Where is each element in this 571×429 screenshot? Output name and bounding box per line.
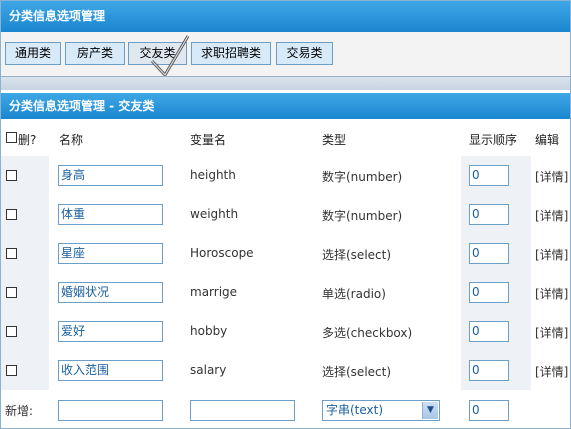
row-delete-checkbox[interactable] xyxy=(6,365,17,376)
detail-link[interactable]: [详情] xyxy=(535,324,568,341)
detail-link[interactable]: [详情] xyxy=(535,363,568,380)
order-input[interactable]: 0 xyxy=(469,204,509,225)
tab-trading[interactable]: 交易类 xyxy=(276,42,333,65)
detail-link[interactable]: [详情] xyxy=(535,168,568,185)
section-title: 分类信息选项管理 - 交友类 xyxy=(1,93,570,119)
field-type: 选择(select) xyxy=(322,365,392,379)
variable-name: hobby xyxy=(190,324,228,338)
row-delete-checkbox[interactable] xyxy=(6,248,17,259)
tab-jobs[interactable]: 求职招聘类 xyxy=(191,42,271,65)
separator-band xyxy=(1,76,570,90)
name-input[interactable]: 婚姻状况 xyxy=(58,282,163,303)
col-name: 名称 xyxy=(59,133,84,147)
name-input[interactable]: 星座 xyxy=(58,243,163,264)
field-type: 数字(number) xyxy=(322,209,403,223)
order-input[interactable]: 0 xyxy=(469,243,509,264)
new-type-selected: 字串(text) xyxy=(326,403,384,417)
row-delete-checkbox[interactable] xyxy=(6,287,17,298)
name-input[interactable]: 爱好 xyxy=(58,321,163,342)
new-variable-input[interactable] xyxy=(190,400,295,421)
variable-name: salary xyxy=(190,363,227,377)
col-order: 显示顺序 xyxy=(469,133,518,147)
order-input[interactable]: 0 xyxy=(469,360,509,381)
new-entry-row: 新增: 字串(text) ▼ 0 xyxy=(1,390,570,427)
col-delete: 删? xyxy=(18,133,37,147)
table-row: 婚姻状况 marrige 单选(radio) 0 [详情] xyxy=(1,273,570,313)
variable-name: marrige xyxy=(190,285,238,299)
check-mark-icon xyxy=(150,35,190,78)
table-header: 删? 名称 变量名 类型 显示顺序 编辑 xyxy=(1,119,570,157)
field-type: 选择(select) xyxy=(322,248,392,262)
table-row: 收入范围 salary 选择(select) 0 [详情] xyxy=(1,351,570,391)
table-row: 爱好 hobby 多选(checkbox) 0 [详情] xyxy=(1,312,570,352)
order-input[interactable]: 0 xyxy=(469,165,509,186)
new-type-select[interactable]: 字串(text) ▼ xyxy=(322,400,440,421)
table-row: 身高 heighth 数字(number) 0 [详情] xyxy=(1,156,570,196)
row-delete-checkbox[interactable] xyxy=(6,326,17,337)
variable-name: weighth xyxy=(190,207,239,221)
new-order-input[interactable]: 0 xyxy=(469,400,509,421)
chevron-down-icon[interactable]: ▼ xyxy=(422,402,438,419)
variable-name: heighth xyxy=(190,168,236,182)
name-input[interactable]: 身高 xyxy=(58,165,163,186)
detail-link[interactable]: [详情] xyxy=(535,246,568,263)
name-input[interactable]: 收入范围 xyxy=(58,360,163,381)
detail-link[interactable]: [详情] xyxy=(535,207,568,224)
table-row: 体重 weighth 数字(number) 0 [详情] xyxy=(1,195,570,235)
new-entry-label: 新增: xyxy=(5,404,34,418)
row-delete-checkbox[interactable] xyxy=(6,170,17,181)
col-variable: 变量名 xyxy=(190,133,227,147)
col-edit: 编辑 xyxy=(535,133,560,147)
window-frame: 分类信息选项管理 通用类 房产类 交友类 求职招聘类 交易类 分类信息选项管理 … xyxy=(0,0,571,429)
select-all-checkbox[interactable] xyxy=(6,132,17,143)
field-type: 数字(number) xyxy=(322,170,403,184)
row-delete-checkbox[interactable] xyxy=(6,209,17,220)
name-input[interactable]: 体重 xyxy=(58,204,163,225)
field-type: 单选(radio) xyxy=(322,287,386,301)
variable-name: Horoscope xyxy=(190,246,254,260)
field-type: 多选(checkbox) xyxy=(322,326,413,340)
table-row: 星座 Horoscope 选择(select) 0 [详情] xyxy=(1,234,570,274)
tab-general[interactable]: 通用类 xyxy=(5,42,61,65)
tab-realestate[interactable]: 房产类 xyxy=(65,42,125,65)
col-type: 类型 xyxy=(322,133,347,147)
tab-bar: 通用类 房产类 交友类 求职招聘类 交易类 xyxy=(1,32,570,76)
detail-link[interactable]: [详情] xyxy=(535,285,568,302)
new-name-input[interactable] xyxy=(58,400,163,421)
order-input[interactable]: 0 xyxy=(469,321,509,342)
order-input[interactable]: 0 xyxy=(469,282,509,303)
window-title: 分类信息选项管理 xyxy=(1,1,570,32)
